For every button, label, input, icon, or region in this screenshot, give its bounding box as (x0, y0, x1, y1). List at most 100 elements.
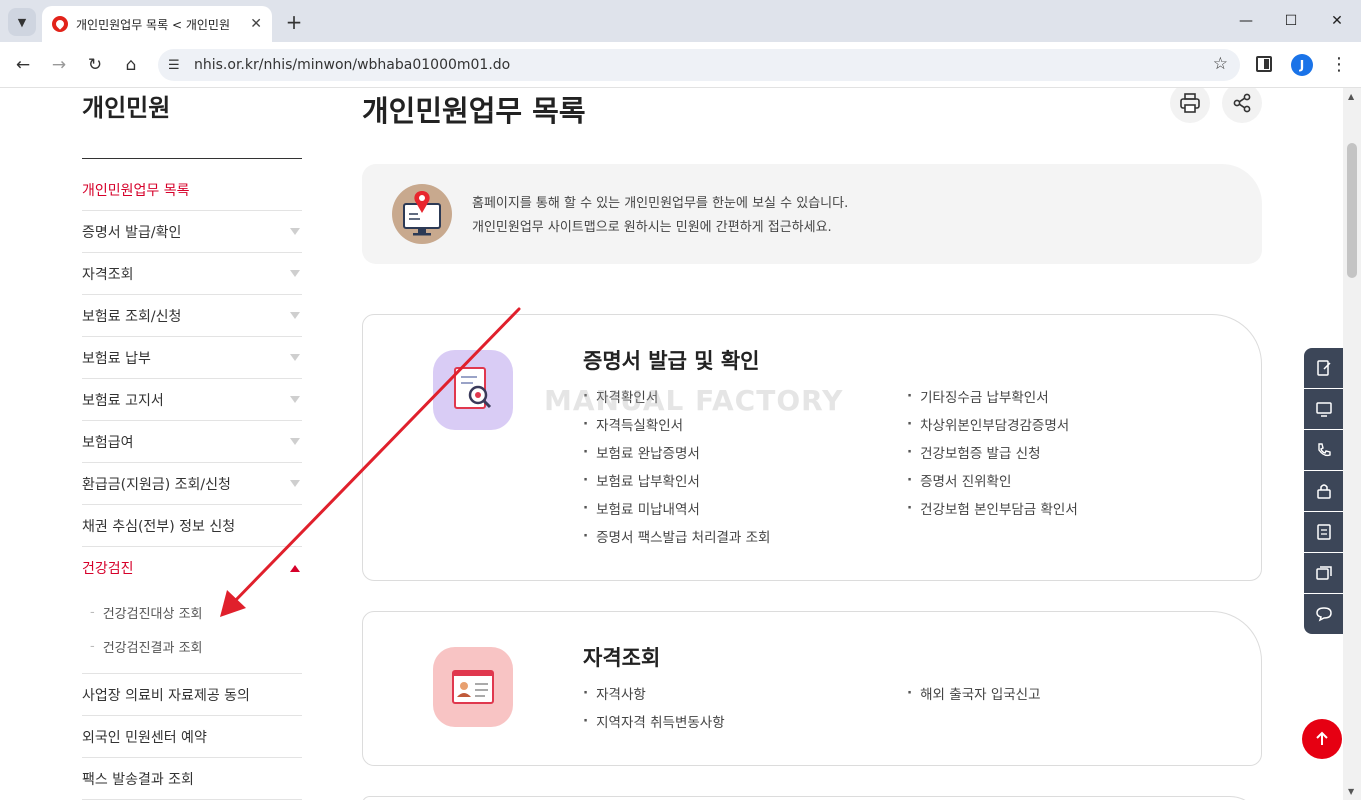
notice-text-2: 개인민원업무 사이트맵으로 원하시는 민원에 간편하게 접근하세요. (472, 220, 832, 235)
back-button[interactable]: ← (8, 50, 38, 80)
card-link[interactable]: 보험료 납부확인서 (583, 471, 907, 490)
notice-text-1: 홈페이지를 통해 할 수 있는 개인민원업무를 한눈에 보실 수 있습니다. (472, 196, 849, 211)
lock-icon (1316, 484, 1331, 499)
card-link[interactable]: 기타징수금 납부확인서 (907, 387, 1223, 406)
page-viewport: 개인민원 개인민원업무 목록 증명서 발급/확인 자격조회 보험료 조회/신청 … (0, 88, 1343, 800)
card-link[interactable]: 보험료 완납증명서 (583, 443, 907, 462)
card-link[interactable]: 해외 출국자 입국신고 (907, 684, 1223, 703)
caret-down-icon (290, 270, 300, 277)
sidebar-item-label: 환급금(지원금) 조회/신청 (82, 476, 231, 493)
card-link[interactable]: 보험료 미납내역서 (583, 499, 907, 518)
scrollbar-thumb[interactable] (1347, 143, 1357, 278)
category-card-qualification: 자격조회 자격사항 해외 출국자 입국신고 지역자격 취득변동사항 (362, 611, 1262, 766)
sidebar-item-minwon-list[interactable]: 개인민원업무 목록 (82, 169, 302, 211)
scroll-up-icon[interactable]: ▲ (1348, 92, 1354, 101)
browser-titlebar: ▼ 개인민원업무 목록 < 개인민원 ✕ + — ☐ ✕ (0, 0, 1361, 42)
card-link[interactable]: 지역자격 취득변동사항 (583, 712, 907, 731)
quick-menu (1304, 348, 1343, 635)
printer-icon (1180, 93, 1200, 113)
browser-toolbar: ← → ↻ ⌂ ☰ nhis.or.kr/nhis/minwon/wbhaba0… (0, 42, 1361, 88)
card-link[interactable]: 건강보험 본인부담금 확인서 (907, 499, 1223, 518)
sidebar-item-label: 보험료 조회/신청 (82, 308, 182, 325)
quick-chat-button[interactable] (1304, 594, 1343, 634)
quick-phone-button[interactable] (1304, 430, 1343, 470)
share-button[interactable] (1222, 88, 1262, 123)
page-scrollbar[interactable]: ▲ ▼ (1343, 88, 1361, 800)
monitor-icon (1315, 402, 1332, 417)
sidebar-item-benefits[interactable]: 보험급여 (82, 421, 302, 463)
caret-down-icon (290, 438, 300, 445)
sidebar-item-certificate[interactable]: 증명서 발급/확인 (82, 211, 302, 253)
card-link[interactable]: 증명서 진위확인 (907, 471, 1223, 490)
card-link[interactable]: 자격사항 (583, 684, 907, 703)
profile-avatar[interactable]: J (1291, 54, 1313, 76)
arrow-up-icon (1316, 731, 1328, 745)
chevron-down-icon: ▼ (17, 15, 27, 29)
card-link[interactable]: 증명서 팩스발급 처리결과 조회 (583, 527, 907, 546)
windows-icon (1315, 566, 1332, 580)
card-title: 자격조회 (583, 646, 661, 670)
sidebar-item-label: 보험료 납부 (82, 350, 151, 367)
url-text[interactable]: nhis.or.kr/nhis/minwon/wbhaba01000m01.do (194, 57, 510, 73)
category-card-next (362, 796, 1262, 800)
card-link[interactable]: 차상위본인부담경감증명서 (907, 415, 1223, 434)
sidebar-item-fax-result[interactable]: 팩스 발송결과 조회 (82, 758, 302, 800)
close-icon[interactable]: ✕ (250, 16, 262, 32)
sidebar-item-foreigner-center[interactable]: 외국인 민원센터 예약 (82, 716, 302, 758)
document-sign-icon (1316, 360, 1331, 376)
card-link[interactable]: 건강보험증 발급 신청 (907, 443, 1223, 462)
watermark: MANUAL FACTORY (544, 384, 844, 417)
site-info-icon[interactable]: ☰ (168, 58, 190, 73)
bookmark-star-icon[interactable]: ☆ (1213, 54, 1228, 74)
sidebar-item-premium-inquiry[interactable]: 보험료 조회/신청 (82, 295, 302, 337)
scroll-down-icon[interactable]: ▼ (1348, 787, 1354, 796)
sidebar-item-qualification[interactable]: 자격조회 (82, 253, 302, 295)
sidebar-item-medical-data-consent[interactable]: 사업장 의료비 자료제공 동의 (82, 674, 302, 716)
sidebar-subitem-checkup-result[interactable]: - 건강검진결과 조회 (82, 629, 302, 663)
reload-button[interactable]: ↻ (80, 50, 110, 80)
home-button[interactable]: ⌂ (116, 50, 146, 80)
caret-down-icon (290, 354, 300, 361)
sidebar-item-label: 자격조회 (82, 266, 134, 283)
sidebar-item-label: 보험급여 (82, 434, 134, 451)
sidebar-subitem-checkup-target[interactable]: - 건강검진대상 조회 (82, 595, 302, 629)
sidebar-item-label: 사업장 의료비 자료제공 동의 (82, 687, 250, 704)
sidebar-item-label: 개인민원업무 목록 (82, 182, 190, 199)
form-icon (1316, 524, 1331, 540)
quick-document-button[interactable] (1304, 348, 1343, 388)
print-button[interactable] (1170, 88, 1210, 123)
sidebar-item-health-checkup[interactable]: 건강검진 (82, 547, 302, 589)
scroll-top-button[interactable] (1302, 719, 1342, 759)
sidebar-title: 개인민원 (82, 94, 171, 122)
browser-menu-icon[interactable]: ⋮ (1330, 54, 1348, 75)
card-link[interactable]: 자격득실확인서 (583, 415, 907, 434)
tab-search-button[interactable]: ▼ (8, 8, 36, 36)
sidebar-item-refund[interactable]: 환급금(지원금) 조회/신청 (82, 463, 302, 505)
quick-window-button[interactable] (1304, 553, 1343, 593)
phone-icon (1317, 443, 1331, 457)
sidebar-item-debt-collection[interactable]: 채권 추심(전부) 정보 신청 (82, 505, 302, 547)
intro-notice: 홈페이지를 통해 할 수 있는 개인민원업무를 한눈에 보실 수 있습니다. 개… (362, 164, 1262, 264)
sidebar-item-label: 건강검진 (82, 561, 134, 577)
site-favicon-icon (52, 16, 68, 32)
quick-lock-button[interactable] (1304, 471, 1343, 511)
new-tab-button[interactable]: + (280, 8, 308, 36)
sidebar-item-premium-notice[interactable]: 보험료 고지서 (82, 379, 302, 421)
forward-button[interactable]: → (44, 50, 74, 80)
address-bar[interactable]: ☰ nhis.or.kr/nhis/minwon/wbhaba01000m01.… (158, 49, 1240, 81)
sidebar-divider (82, 158, 302, 159)
side-panel-icon[interactable] (1256, 56, 1272, 72)
window-close-button[interactable]: ✕ (1314, 8, 1360, 34)
health-checkup-submenu: - 건강검진대상 조회 - 건강검진결과 조회 (82, 589, 302, 674)
browser-tab[interactable]: 개인민원업무 목록 < 개인민원 ✕ (42, 6, 272, 42)
card-link-list: 자격사항 해외 출국자 입국신고 지역자격 취득변동사항 (583, 684, 1223, 731)
quick-monitor-button[interactable] (1304, 389, 1343, 429)
sidebar-item-premium-payment[interactable]: 보험료 납부 (82, 337, 302, 379)
maximize-button[interactable]: ☐ (1268, 8, 1314, 34)
sidebar-item-label: 증명서 발급/확인 (82, 224, 182, 241)
caret-down-icon (290, 396, 300, 403)
minimize-button[interactable]: — (1223, 8, 1269, 34)
quick-form-button[interactable] (1304, 512, 1343, 552)
card-title: 증명서 발급 및 확인 (583, 349, 760, 373)
chat-icon (1315, 607, 1332, 622)
